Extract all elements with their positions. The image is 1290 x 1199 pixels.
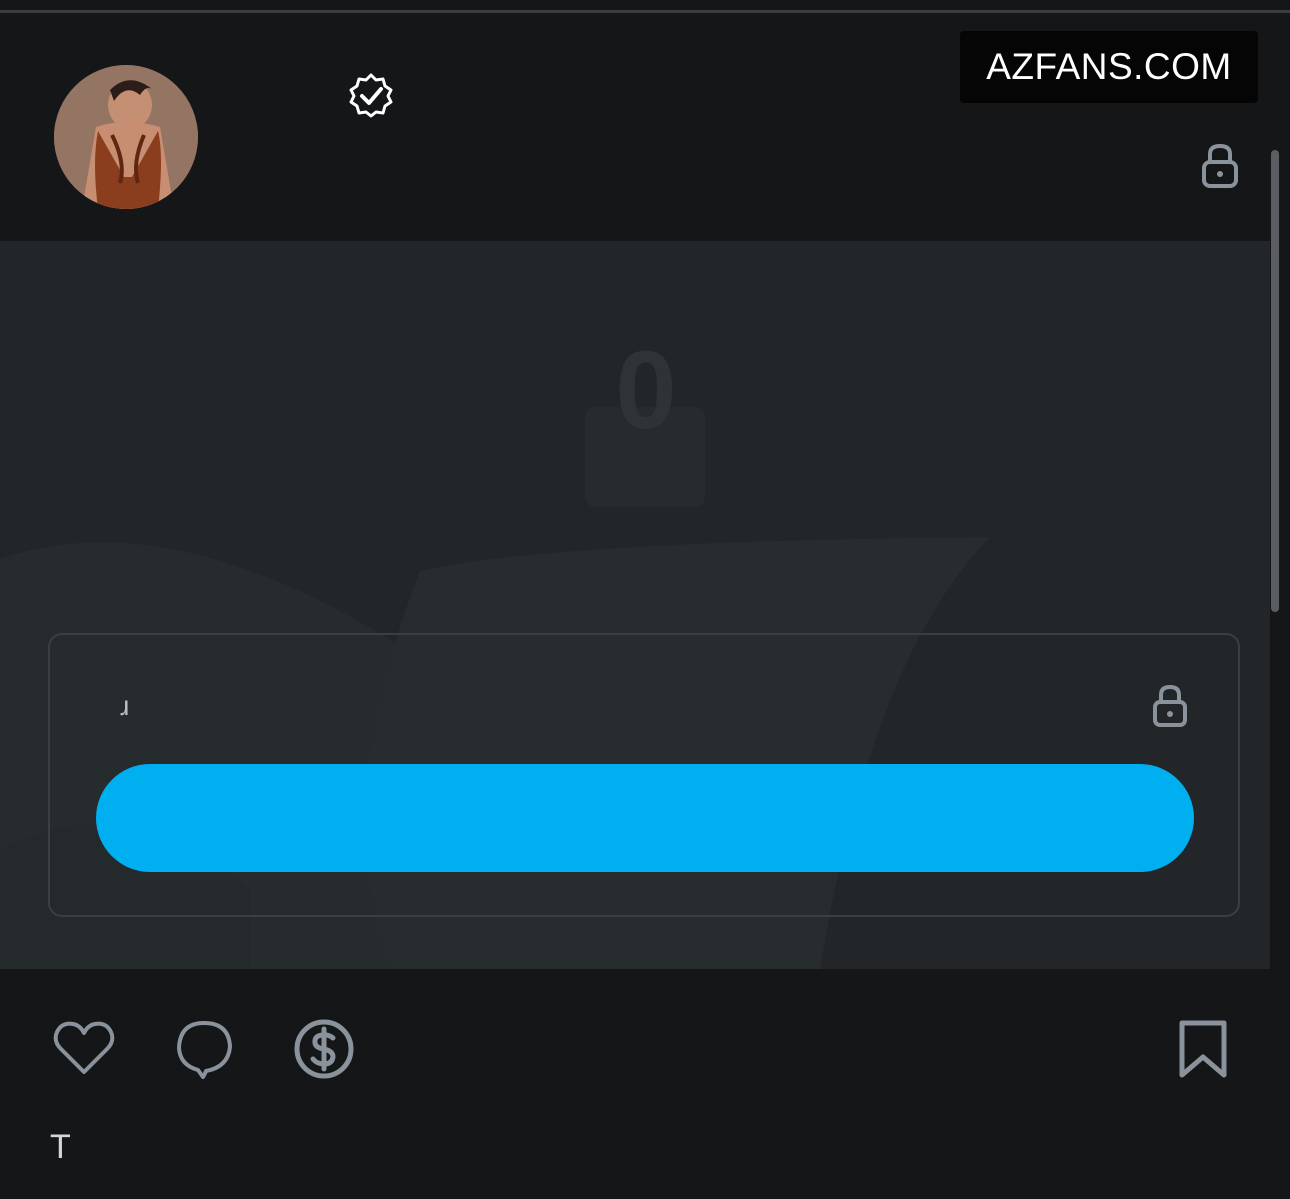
- post-actions: T: [0, 969, 1290, 1199]
- unlock-stat: ɹ: [120, 690, 130, 721]
- caption-text: T: [50, 1128, 71, 1166]
- media-count: 0: [615, 329, 677, 452]
- heart-icon[interactable]: [52, 1017, 116, 1081]
- lock-icon: [1202, 143, 1238, 188]
- scrollbar[interactable]: [1271, 150, 1279, 612]
- verified-badge-icon: [349, 73, 393, 118]
- locked-media: 0 ɹ: [0, 241, 1270, 969]
- watermark: AZFANS.COM: [960, 31, 1258, 103]
- dollar-icon[interactable]: [292, 1017, 356, 1081]
- bookmark-icon[interactable]: [1172, 1017, 1234, 1081]
- unlock-button[interactable]: [96, 764, 1194, 872]
- unlock-card: ɹ: [48, 633, 1240, 917]
- post-page: AZFANS.COM 0 ɹ T: [0, 0, 1290, 1199]
- avatar-image: [54, 65, 198, 209]
- comment-icon[interactable]: [172, 1016, 236, 1080]
- lock-icon: [1153, 684, 1187, 727]
- avatar[interactable]: [54, 65, 198, 209]
